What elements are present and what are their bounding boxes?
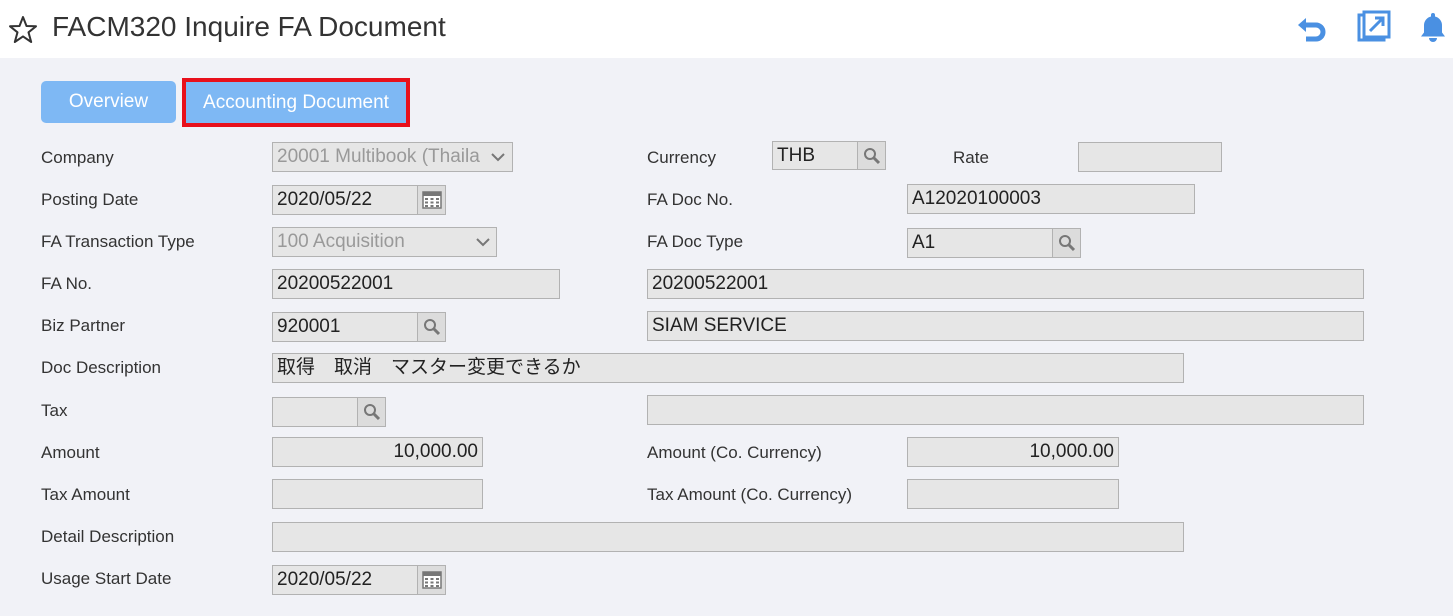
star-icon[interactable]	[8, 15, 38, 45]
detail-description-field[interactable]	[272, 522, 1184, 552]
doc-description-field[interactable]: 取得 取消 マスター変更できるか	[272, 353, 1184, 383]
biz-partner-label: Biz Partner	[41, 316, 126, 335]
detail-description-label: Detail Description	[41, 527, 175, 546]
fa-doc-type-field[interactable]: A1	[907, 228, 1053, 258]
tax-amount-co-currency-field[interactable]	[907, 479, 1119, 509]
rate-label: Rate	[953, 148, 989, 167]
search-icon	[1058, 235, 1075, 252]
fa-transaction-type-value: 100 Acquisition	[277, 231, 405, 252]
tax-amount-co-currency-label: Tax Amount (Co. Currency)	[647, 485, 853, 504]
tax-amount-field[interactable]	[272, 479, 483, 509]
page-header: FACM320 Inquire FA Document	[0, 0, 1453, 58]
company-label: Company	[41, 148, 114, 167]
rate-field[interactable]	[1078, 142, 1222, 172]
biz-partner-search-button[interactable]	[417, 312, 446, 342]
calendar-icon	[421, 571, 442, 589]
posting-date-field[interactable]: 2020/05/22	[272, 185, 418, 215]
calendar-icon	[421, 191, 442, 209]
tax-name-field[interactable]	[647, 395, 1364, 425]
usage-start-date-field[interactable]: 2020/05/22	[272, 565, 418, 595]
doc-description-label: Doc Description	[41, 358, 161, 377]
tax-field[interactable]	[272, 397, 358, 427]
fa-doc-no-field[interactable]: A12020100003	[907, 184, 1195, 214]
page-title: FACM320 Inquire FA Document	[52, 11, 446, 42]
amount-field[interactable]: 10,000.00	[272, 437, 483, 467]
chevron-down-icon[interactable]	[474, 234, 492, 250]
fa-no-field[interactable]: 20200522001	[272, 269, 560, 299]
tab-overview[interactable]: Overview	[41, 81, 176, 123]
fa-transaction-type-select[interactable]: 100 Acquisition	[272, 227, 497, 257]
amount-co-currency-label: Amount (Co. Currency)	[647, 443, 822, 462]
search-icon	[863, 147, 880, 164]
biz-partner-name-field[interactable]: SIAM SERVICE	[647, 311, 1364, 341]
bell-icon[interactable]	[1415, 9, 1451, 45]
currency-field[interactable]: THB	[772, 141, 858, 170]
popout-icon[interactable]	[1356, 9, 1392, 45]
amount-label: Amount	[41, 443, 100, 462]
fa-doc-type-label: FA Doc Type	[647, 232, 744, 251]
fa-no-name-field[interactable]: 20200522001	[647, 269, 1364, 299]
biz-partner-field[interactable]: 920001	[272, 312, 418, 342]
fa-no-label: FA No.	[41, 274, 93, 293]
search-icon	[423, 319, 440, 336]
undo-icon[interactable]	[1294, 9, 1330, 45]
tax-amount-label: Tax Amount	[41, 485, 130, 504]
search-icon	[363, 404, 380, 421]
currency-search-button[interactable]	[857, 141, 886, 170]
company-select[interactable]: 20001 Multibook (Thaila	[272, 142, 513, 172]
posting-date-label: Posting Date	[41, 190, 139, 209]
tax-search-button[interactable]	[357, 397, 386, 427]
fa-doc-no-label: FA Doc No.	[647, 190, 733, 209]
chevron-down-icon[interactable]	[489, 149, 507, 165]
amount-co-currency-field[interactable]: 10,000.00	[907, 437, 1119, 467]
fa-transaction-type-label: FA Transaction Type	[41, 232, 195, 251]
posting-date-calendar-button[interactable]	[417, 185, 446, 215]
company-select-value: 20001 Multibook (Thaila	[277, 146, 480, 167]
currency-label: Currency	[647, 148, 716, 167]
usage-start-date-calendar-button[interactable]	[417, 565, 446, 595]
fa-doc-type-search-button[interactable]	[1052, 228, 1081, 258]
tax-label: Tax	[41, 401, 68, 420]
usage-start-date-label: Usage Start Date	[41, 569, 172, 588]
tab-accounting-document[interactable]: Accounting Document	[186, 82, 406, 123]
